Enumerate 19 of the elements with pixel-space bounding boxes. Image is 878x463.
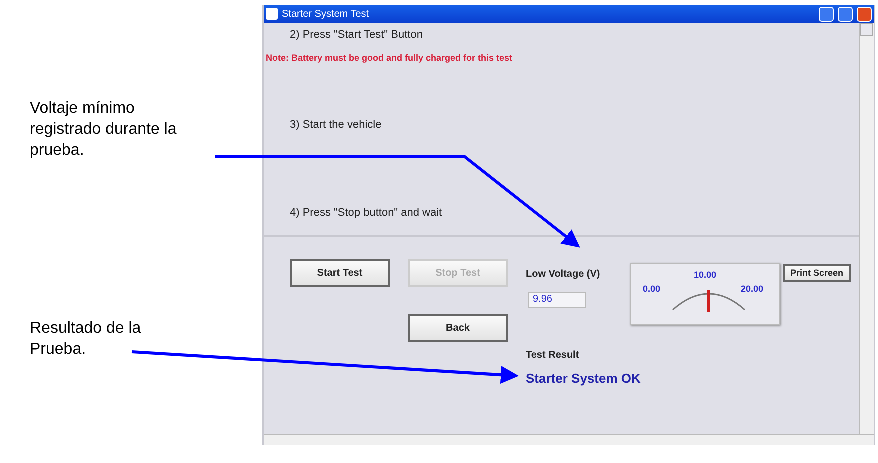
instruction-text: 2) Press "Start Test" Button xyxy=(290,29,424,41)
warning-note: Note: Battery must be good and fully charged for this test xyxy=(266,53,514,63)
start-test-button[interactable]: Start Test xyxy=(290,259,390,287)
gauge-label: 10.00 xyxy=(694,270,717,280)
gauge-label: 20.00 xyxy=(741,284,764,294)
result-label: Test Result xyxy=(526,350,580,361)
field-label: Low Voltage (V) xyxy=(526,269,600,280)
instruction-text: 3) Start the vehicle xyxy=(290,119,383,131)
annotation-text: Voltaje mínimo registrado durante la prueba. xyxy=(30,99,178,161)
instruction-text: 4) Press "Stop button" and wait xyxy=(290,207,444,219)
gauge-label: 0.00 xyxy=(643,284,661,294)
horizontal-scrollbar[interactable] xyxy=(264,434,874,445)
result-text: Starter System OK xyxy=(526,371,641,386)
back-button[interactable]: Back xyxy=(408,314,508,342)
annotation-text: Resultado de la Prueba. xyxy=(30,319,142,360)
window-title: Starter System Test xyxy=(282,8,370,20)
voltage-field[interactable]: 9.96 xyxy=(528,292,586,308)
print-screen-button[interactable]: Print Screen xyxy=(783,264,851,282)
vertical-scrollbar[interactable] xyxy=(859,23,874,434)
